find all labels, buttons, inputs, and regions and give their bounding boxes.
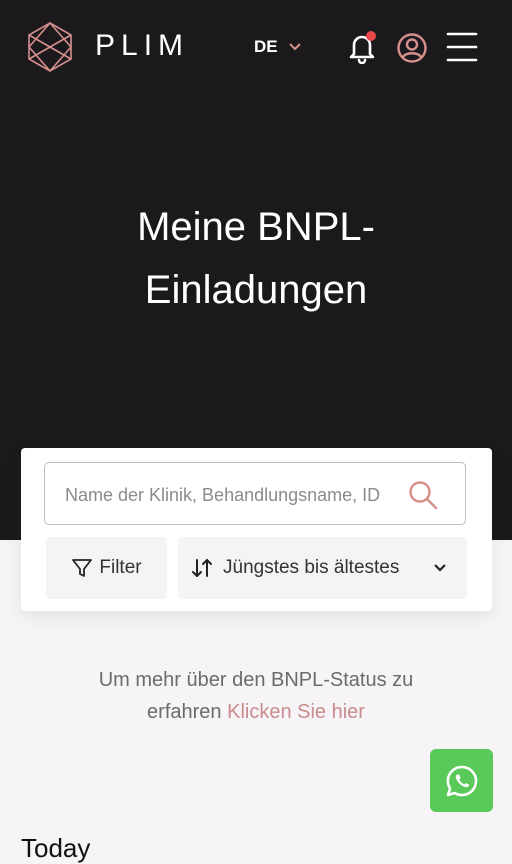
notification-dot [366, 31, 376, 41]
page-title-line2: Einladungen [144, 268, 368, 312]
chevron-down-icon [434, 564, 446, 572]
search-filter-card: Filter Jüngstes bis ältestes [21, 448, 492, 611]
info-text-line1: Um mehr über den BNPL-Status zu [98, 669, 414, 691]
search-box[interactable] [44, 462, 466, 525]
filter-button-label: Filter [99, 557, 142, 578]
whatsapp-button[interactable] [430, 749, 493, 812]
sort-arrows-icon [192, 559, 212, 577]
user-circle-icon[interactable] [396, 32, 428, 64]
bnpl-status-info: Um mehr über den BNPL-Status zu erfahren… [0, 664, 512, 728]
filter-icon [72, 559, 93, 577]
brand-name[interactable]: PLIM [95, 26, 189, 66]
section-heading-today: Today [21, 833, 91, 863]
search-input[interactable] [63, 481, 419, 509]
plim-logo-icon[interactable] [26, 21, 74, 73]
language-selector[interactable]: DE [254, 36, 302, 58]
hamburger-menu-icon[interactable] [446, 30, 478, 64]
page-title: Meine BNPL- Einladungen [0, 196, 512, 322]
filter-button[interactable]: Filter [46, 537, 167, 599]
sort-dropdown[interactable]: Jüngstes bis ältestes [178, 537, 467, 599]
click-here-link[interactable]: Klicken Sie hier [227, 701, 365, 723]
info-text-line2: erfahren Klicken Sie hier [0, 696, 512, 728]
search-icon[interactable] [407, 479, 439, 511]
language-label: DE [254, 37, 278, 56]
page-title-line1: Meine BNPL- [137, 205, 375, 249]
chevron-down-icon [288, 43, 301, 51]
whatsapp-icon [446, 765, 477, 796]
info-text-prefix: erfahren [147, 701, 222, 723]
sort-dropdown-label: Jüngstes bis ältestes [223, 557, 400, 578]
